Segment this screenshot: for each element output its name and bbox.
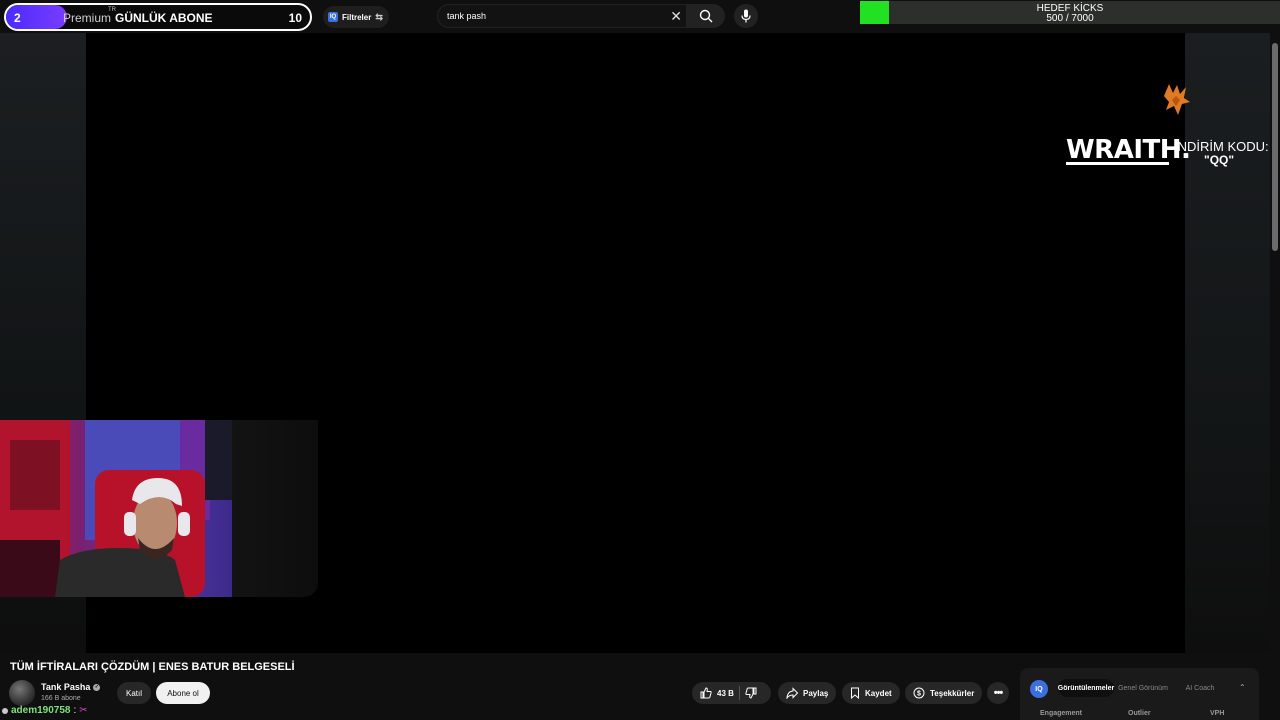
like-count[interactable]: 43 B [717,689,734,698]
thanks-icon: $ [913,687,925,699]
channel-name-row[interactable]: Tank Pasha ✓ [41,682,101,692]
ambient-right [1185,33,1270,653]
sponsor-brand: WRAITH. [1066,135,1191,165]
search-button[interactable] [687,4,725,28]
sub-goal-label: GÜNLÜK ABONE [115,11,213,25]
sponsor-underline [1066,162,1169,165]
sub-goal-target: 10 [288,11,302,25]
sub-goal-current: 2 [14,11,21,25]
page: 2 Premium TR GÜNLÜK ABONE 10 IQ Filtrele… [0,0,1280,720]
chat-overlay-line: adem190758 : ✂ [2,705,88,716]
iq-badge: IQ [328,12,338,22]
tab-ai-coach[interactable]: AI Coach [1176,679,1224,697]
svg-text:$: $ [917,691,921,698]
thanks-label: Teşekkürler [930,688,975,698]
iq-col-vph: VPH [1210,710,1225,717]
sub-goal-widget: 2 Premium TR GÜNLÜK ABONE 10 [4,3,312,31]
wraith-logo-icon [1164,84,1190,115]
iq-logo: IQ [1030,680,1048,698]
search-box: ✕ [437,4,687,28]
webcam-scene [0,420,232,597]
tab-views[interactable]: Görüntülenmeler [1058,679,1114,697]
share-icon [786,687,798,699]
filter-icon: ⇆ [375,11,383,22]
filters-label: Filtreler [342,12,372,22]
subscriber-count: 166 B abone [41,695,81,702]
chevron-up-icon[interactable]: ⌃ [1239,683,1246,692]
search-input[interactable] [447,11,667,21]
voice-search-button[interactable] [734,4,758,28]
kick-goal-count: 500 / 7000 [1046,13,1094,24]
share-button[interactable]: Paylaş [778,682,837,704]
join-button[interactable]: Katıl [117,682,151,704]
filters-button[interactable]: IQ Filtreler ⇆ [323,6,389,28]
chat-separator: : [73,705,77,716]
webcam-border [232,420,318,597]
dislike-icon[interactable] [745,687,757,699]
search-icon [699,9,713,23]
sub-goal-premium: Premium [63,11,112,25]
channel-avatar[interactable] [9,680,35,706]
share-label: Paylaş [803,688,829,698]
scrollbar-thumb[interactable] [1272,43,1278,251]
like-divider [738,686,740,700]
subscribe-button[interactable]: Abone ol [156,682,210,704]
like-dislike-group: 43 B [692,682,771,704]
iq-col-engagement: Engagement [1040,710,1083,717]
chat-username: adem190758 [11,705,71,716]
discount-code-value: "QQ" [1204,153,1235,167]
page-scrollbar[interactable] [1270,33,1280,720]
video-title: TÜM İFTİRALARI ÇÖZDÜM | ENES BATUR BELGE… [10,661,295,673]
kick-goal-widget: HEDEF KİCKS 500 / 7000 [860,1,1280,24]
thanks-button[interactable]: $ Teşekkürler [905,682,983,704]
channel-name[interactable]: Tank Pasha [41,682,90,692]
save-label: Kaydet [865,688,892,698]
mic-icon [741,9,751,23]
more-actions-button[interactable]: ••• [987,682,1009,704]
like-icon[interactable] [700,687,712,699]
chat-emote-icon: ✂ [79,705,88,716]
chat-user-icon [2,707,8,714]
bookmark-icon [851,687,859,699]
verified-icon: ✓ [93,683,101,691]
tab-overview[interactable]: Genel Görünüm [1116,679,1170,697]
save-button[interactable]: Kaydet [842,682,900,704]
iq-col-outlier: Outlier [1128,710,1151,717]
webcam-feed [0,420,232,597]
iq-panel: IQ Görüntülenmeler Genel Görünüm AI Coac… [1020,668,1259,720]
more-icon: ••• [993,687,1004,699]
discount-code-label: İNDİRİM KODU: [1174,139,1269,154]
close-icon[interactable]: ✕ [670,9,682,23]
